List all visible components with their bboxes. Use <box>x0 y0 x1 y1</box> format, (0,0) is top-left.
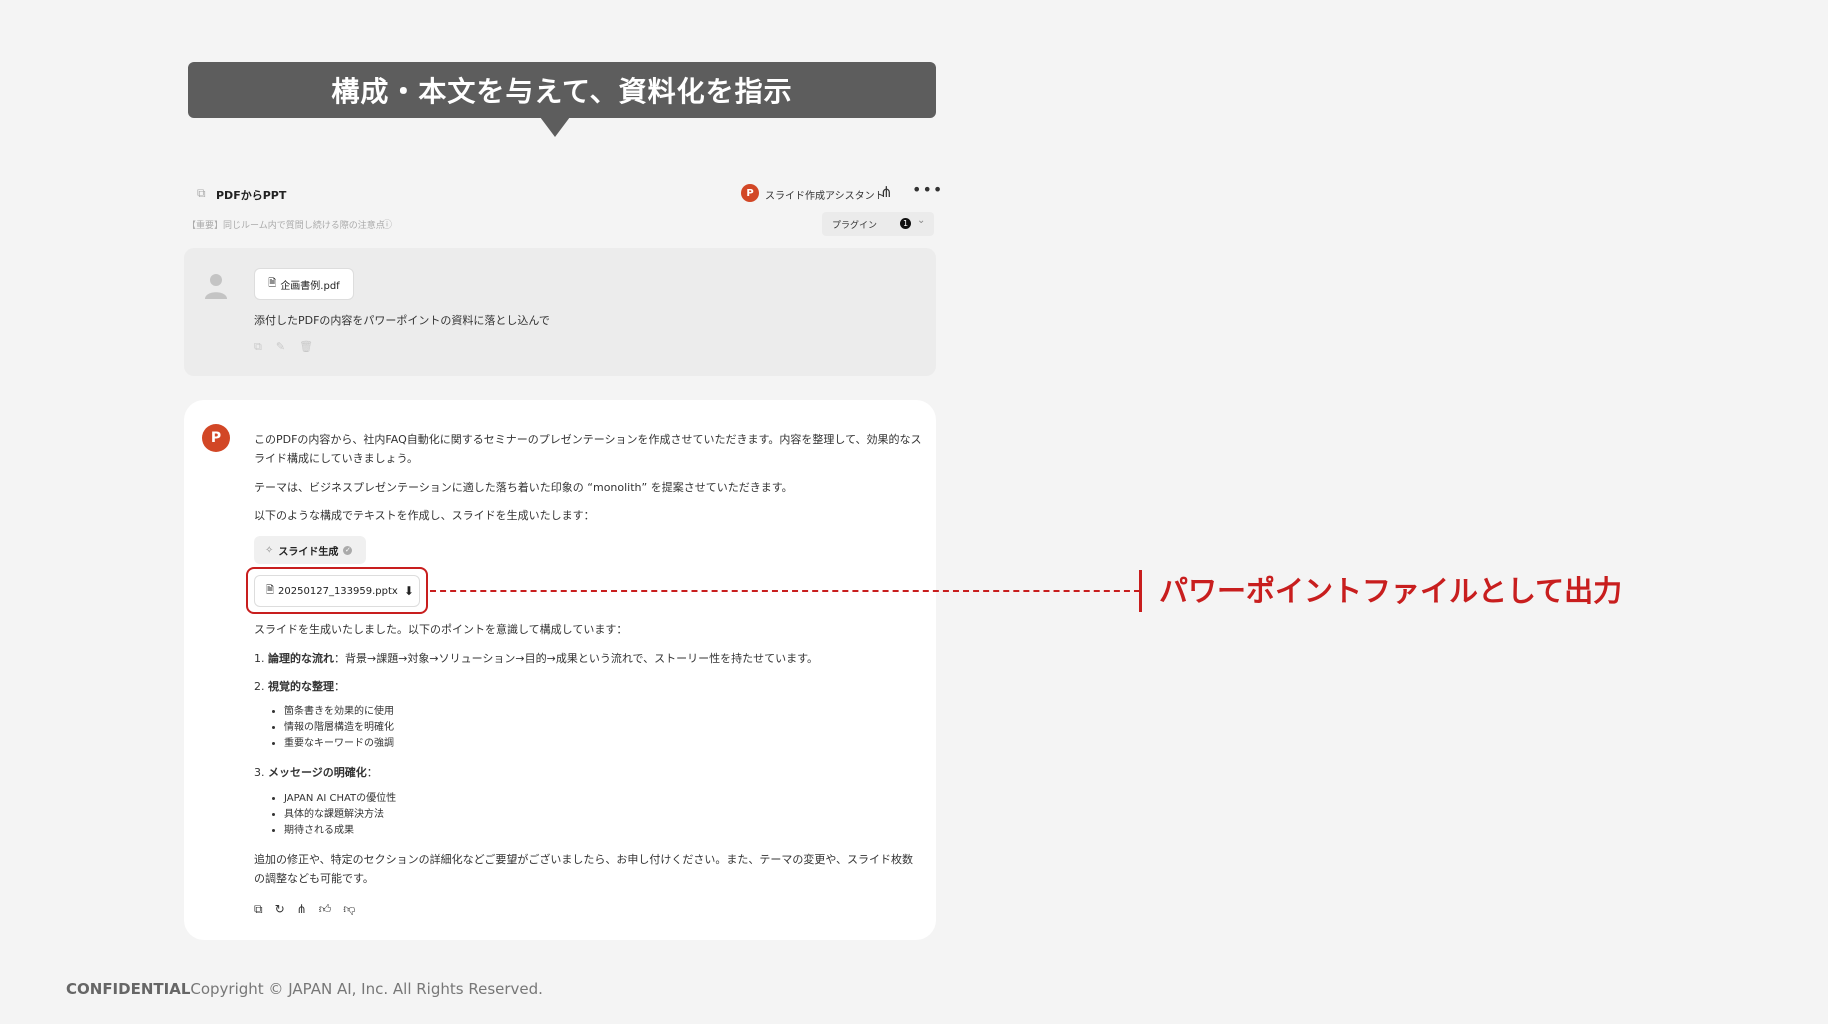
point-1: 1. 論理的な流れ：背景→課題→対象→ソリューション→目的→成果という流れで、ス… <box>254 652 818 665</box>
assistant-paragraph-2: テーマは、ビジネスプレゼンテーションに適した落ち着いた印象の “monolith… <box>254 481 793 494</box>
assistant-icon: P <box>741 184 759 202</box>
regenerate-icon[interactable]: ↻ <box>275 902 285 917</box>
callout-banner-tail <box>540 117 570 137</box>
point-3: 3. メッセージの明確化： <box>254 766 378 779</box>
annotation-bar <box>1139 570 1142 612</box>
sparkle-icon: ✧ <box>265 544 274 556</box>
document-icon: 🗎 <box>268 277 277 289</box>
footer-confidential: CONFIDENTIAL <box>66 980 191 998</box>
attachment-file-name: 企画書例.pdf <box>280 280 340 292</box>
footer-copyright: Copyright © JAPAN AI, Inc. All Rights Re… <box>190 980 543 998</box>
list-item: JAPAN AI CHATの優位性 <box>284 791 396 807</box>
assistant-paragraph-5: 追加の修正や、特定のセクションの詳細化などご要望がございましたら、お申し付けくだ… <box>254 853 914 885</box>
callout-banner-title: 構成・本文を与えて、資料化を指示 <box>331 75 793 108</box>
pptx-file-download[interactable]: 🗎 20250127_133959.pptx ⬇ <box>254 575 420 607</box>
attachment-file[interactable]: 🗎 企画書例.pdf <box>254 268 354 300</box>
assistant-message-actions: ⧉ ↻ ⋔ 👍︎ 👎︎ <box>254 902 355 917</box>
notice-link[interactable]: 【重要】同じルーム内で質問し続ける際の注意点 <box>187 218 385 231</box>
chat-icon: ⧉ <box>197 186 206 200</box>
assistant-paragraph-1: このPDFの内容から、社内FAQ自動化に関するセミナーのプレゼンテーションを作成… <box>254 433 922 465</box>
copy-icon[interactable]: ⧉ <box>254 340 262 354</box>
list-item: 期待される成果 <box>284 823 396 839</box>
list-item: 箇条書きを効果的に使用 <box>284 704 394 720</box>
point-3-bullets: JAPAN AI CHATの優位性 具体的な課題解決方法 期待される成果 <box>270 791 396 839</box>
point-2-bullets: 箇条書きを効果的に使用 情報の階層構造を明確化 重要なキーワードの強調 <box>270 704 394 752</box>
copy-icon[interactable]: ⧉ <box>254 902 263 917</box>
footer: CONFIDENTIALCopyright © JAPAN AI, Inc. A… <box>66 980 543 998</box>
list-item: 具体的な課題解決方法 <box>284 807 396 823</box>
user-message-text: 添付したPDFの内容をパワーポイントの資料に落とし込んで <box>254 314 550 327</box>
check-icon: ✓ <box>343 545 353 555</box>
thumbs-up-icon[interactable]: 👍︎ <box>319 902 332 917</box>
thumbs-down-icon[interactable]: 👎︎ <box>343 902 355 917</box>
annotation-label: パワーポイントファイルとして出力 <box>1159 574 1623 608</box>
callout-banner: 構成・本文を与えて、資料化を指示 <box>188 62 936 118</box>
share-icon[interactable]: ⋔ <box>297 902 307 917</box>
plugin-count-badge: 1 <box>900 218 911 229</box>
info-icon[interactable]: ⓘ <box>382 216 392 231</box>
edit-icon[interactable]: ✎ <box>276 340 285 354</box>
more-options-icon[interactable]: ••• <box>912 180 943 199</box>
plugin-label: プラグイン <box>832 221 878 231</box>
assistant-paragraph-4: スライドを生成いたしました。以下のポイントを意識して構成しています： <box>254 623 628 636</box>
assistant-avatar-icon: P <box>202 424 230 452</box>
list-item: 重要なキーワードの強調 <box>284 736 394 752</box>
user-avatar-icon <box>205 274 227 299</box>
share-icon[interactable]: ⋔ <box>880 183 893 201</box>
tool-chip-slide-generation[interactable]: ✧ スライド生成 ✓ <box>254 536 366 564</box>
connector-dashed-line <box>430 590 1140 592</box>
document-icon: 🗎 <box>266 584 275 596</box>
chevron-down-icon[interactable]: ⌄ <box>917 215 925 226</box>
point-2: 2. 視覚的な整理： <box>254 680 345 693</box>
pptx-file-name: 20250127_133959.pptx <box>278 585 398 597</box>
download-icon[interactable]: ⬇ <box>404 584 414 598</box>
user-message-actions: ⧉ ✎ 🗑 <box>254 340 313 354</box>
tool-chip-label: スライド生成 <box>278 546 339 558</box>
delete-icon[interactable]: 🗑 <box>299 340 313 354</box>
chat-title[interactable]: PDFからPPT <box>216 187 286 203</box>
assistant-name[interactable]: スライド作成アシスタント <box>765 187 885 202</box>
list-item: 情報の階層構造を明確化 <box>284 720 394 736</box>
assistant-paragraph-3: 以下のような構成でテキストを作成し、スライドを生成いたします： <box>254 509 595 522</box>
